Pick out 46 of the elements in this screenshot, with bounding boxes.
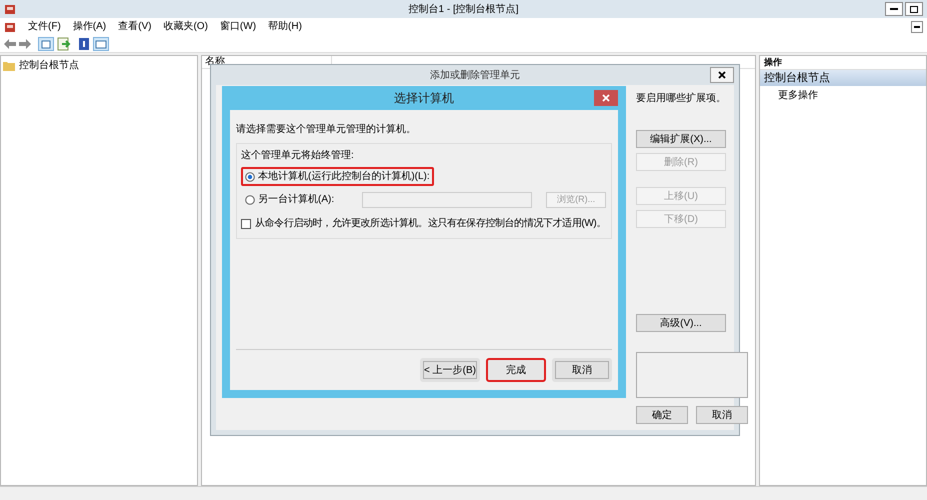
window-title: 控制台1 - [控制台根节点] xyxy=(408,2,518,16)
app-icon xyxy=(4,20,16,32)
forward-arrow-icon[interactable] xyxy=(19,38,31,48)
checkbox-label: 从命令行启动时，允许更改所选计算机。这只有在保存控制台的情况下才适用(W)。 xyxy=(255,217,606,230)
dialog-button[interactable]: 取消 xyxy=(552,358,612,382)
dialog-button[interactable]: 完成 xyxy=(486,358,546,382)
dialog-button[interactable]: < 上一步(B) xyxy=(420,358,480,382)
checkbox[interactable] xyxy=(241,219,251,229)
pane-icon[interactable] xyxy=(38,36,54,50)
tree-item[interactable]: 控制台根节点 xyxy=(19,58,79,73)
restore-button[interactable] xyxy=(911,20,923,32)
close-icon xyxy=(602,94,610,102)
menu-item[interactable]: 窗口(W) xyxy=(220,19,256,34)
dialog-button[interactable]: 编辑扩展(X)... xyxy=(636,130,726,148)
menu-item[interactable]: 操作(A) xyxy=(72,19,106,34)
minimize-icon xyxy=(914,26,920,28)
folder-icon xyxy=(3,60,15,70)
export-icon[interactable] xyxy=(57,36,71,50)
menu-item[interactable]: 文件(F) xyxy=(28,19,61,34)
dialog-button[interactable]: 高级(V)... xyxy=(636,314,726,332)
dialog-text: 要启用哪些扩展项。 xyxy=(636,92,726,106)
minimize-button[interactable] xyxy=(885,2,903,16)
maximize-icon xyxy=(910,6,918,12)
close-icon xyxy=(718,71,726,79)
actions-section[interactable]: 控制台根节点 xyxy=(760,70,926,86)
radio-icon xyxy=(245,194,255,204)
dialog-title: 添加或删除管理单元 xyxy=(430,68,520,82)
dialog-title: 选择计算机 xyxy=(394,90,454,107)
radio-option[interactable]: 本地计算机(运行此控制台的计算机)(L): xyxy=(241,167,434,186)
pane-icon[interactable] xyxy=(93,36,109,50)
minimize-icon xyxy=(890,8,898,10)
app-icon xyxy=(4,3,16,15)
menu-item[interactable]: 收藏夹(O) xyxy=(163,19,208,34)
dialog-button[interactable]: 确定 xyxy=(636,406,688,424)
instruction-text: 请选择需要这个管理单元管理的计算机。 xyxy=(236,122,417,137)
back-arrow-icon[interactable] xyxy=(4,38,16,48)
maximize-button[interactable] xyxy=(905,2,923,16)
group-label: 这个管理单元将始终管理: xyxy=(241,148,355,163)
menu-item[interactable]: 帮助(H) xyxy=(268,19,302,34)
action-link[interactable]: 更多操作 xyxy=(760,86,926,103)
radio-option[interactable]: 另一台计算机(A): xyxy=(241,190,338,209)
menu-item[interactable]: 查看(V) xyxy=(118,19,152,34)
close-button[interactable] xyxy=(710,67,734,83)
radio-icon xyxy=(245,172,255,182)
dialog-button[interactable]: 取消 xyxy=(696,406,748,424)
help-book-icon[interactable] xyxy=(78,36,90,50)
